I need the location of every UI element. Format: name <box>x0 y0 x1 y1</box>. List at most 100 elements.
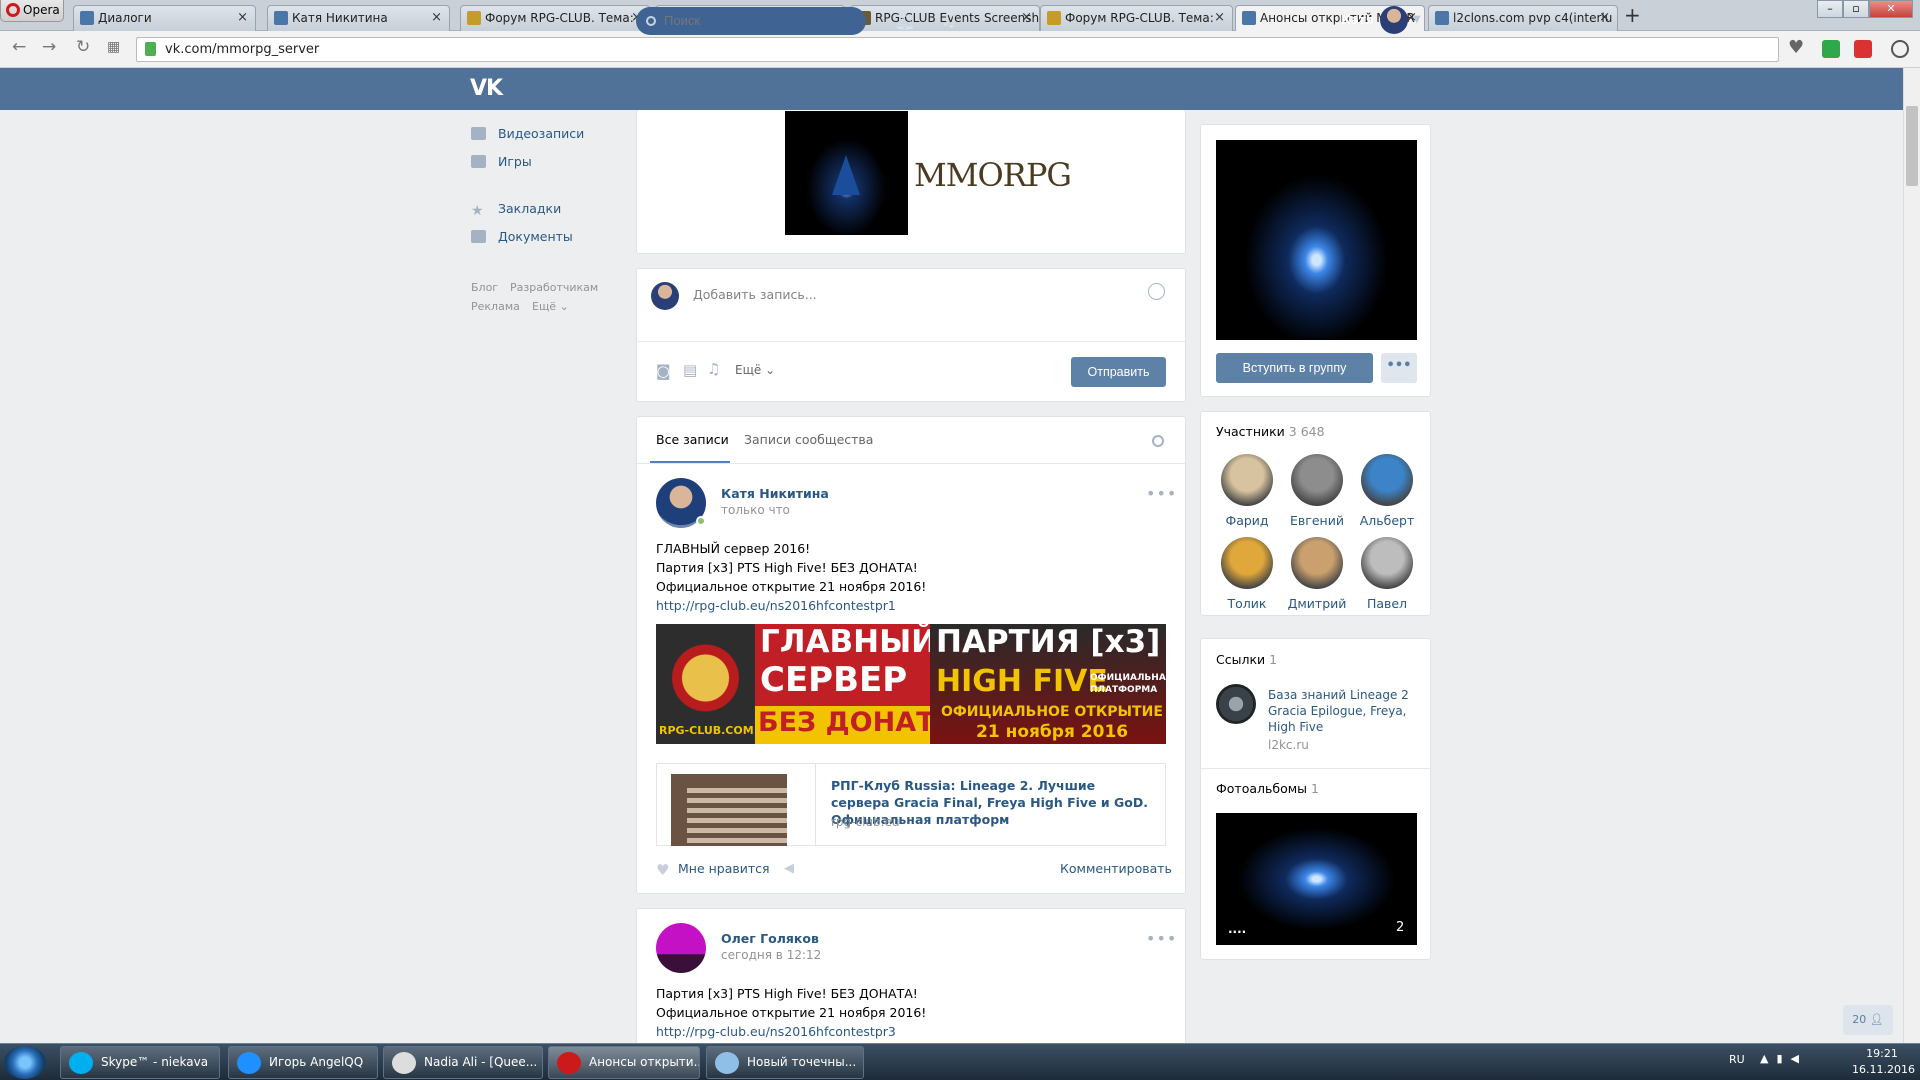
member-name[interactable]: Евгений <box>1282 513 1352 528</box>
post-timestamp[interactable]: сегодня в 12:12 <box>721 948 821 962</box>
opera-logo-icon <box>6 3 20 17</box>
bell-icon[interactable]: 🔔︎ <box>894 12 916 32</box>
member-avatar[interactable] <box>1221 454 1273 506</box>
speed-dial-grid-icon[interactable]: ▦ <box>107 39 120 55</box>
comment-button[interactable]: Комментировать <box>1060 861 1172 876</box>
browser-tab[interactable]: Диалоги × <box>73 5 256 31</box>
chevron-down-icon[interactable]: ▼ <box>1413 14 1421 25</box>
page-scrollbar[interactable] <box>1903 68 1920 1043</box>
mmorpg-logo-text: MMORPG <box>914 156 1072 194</box>
post-timestamp[interactable]: только что <box>721 503 790 517</box>
close-tab-icon[interactable]: × <box>1021 6 1032 30</box>
minimize-window-button[interactable]: – <box>1817 0 1843 18</box>
albums-title[interactable]: Фотоальбомы 1 <box>1216 781 1319 796</box>
sidebar-item-video[interactable]: Видеозаписи <box>471 126 584 141</box>
member-avatar[interactable] <box>1291 537 1343 589</box>
camera-icon[interactable]: ◙ <box>656 362 671 380</box>
forward-button[interactable]: → <box>42 37 56 57</box>
member-avatar[interactable] <box>1291 454 1343 506</box>
browser-tab[interactable]: Форум RPG-CLUB. Тема:× <box>1040 5 1233 31</box>
post-author-avatar[interactable] <box>656 923 706 973</box>
opera-menu-button[interactable]: Opera <box>0 0 64 22</box>
adblock-shield-icon[interactable] <box>1822 40 1840 58</box>
header-user-name[interactable]: Катя <box>1341 13 1374 27</box>
heart-icon[interactable]: ♥ <box>656 861 669 879</box>
search-icon[interactable] <box>1152 435 1164 447</box>
close-tab-icon[interactable]: × <box>431 6 442 30</box>
like-button[interactable]: Мне нравится <box>678 861 770 876</box>
link-avatar[interactable] <box>1216 684 1256 724</box>
online-friends-badge[interactable]: 20 👤︎ <box>1843 1005 1893 1035</box>
maximize-window-button[interactable]: ▫ <box>1843 0 1869 18</box>
browser-tab[interactable]: Форум RPG-CLUB. Тема:× <box>460 5 650 31</box>
bookmark-heart-icon[interactable]: ♥ <box>1788 37 1806 58</box>
member-name[interactable]: Фарид <box>1212 513 1282 528</box>
member-avatar[interactable] <box>1361 454 1413 506</box>
footer-link-blog[interactable]: Блог <box>471 281 498 294</box>
film-icon[interactable]: ▤ <box>683 361 697 379</box>
footer-link-more[interactable]: Ещё ⌄ <box>532 300 569 313</box>
close-tab-icon[interactable]: × <box>237 6 248 30</box>
group-avatar-image[interactable] <box>1216 140 1417 340</box>
browser-tab[interactable]: Катя Никитина × <box>267 5 450 31</box>
join-group-button[interactable]: Вступить в группу <box>1216 353 1373 383</box>
vk-logo[interactable]: VK <box>470 76 503 101</box>
tab-community-posts[interactable]: Записи сообщества <box>744 432 873 447</box>
start-button[interactable] <box>4 1046 46 1079</box>
scrollbar-thumb[interactable] <box>1906 106 1918 186</box>
music-note-icon[interactable]: ♫ <box>707 360 720 378</box>
member-name[interactable]: Павел <box>1352 596 1422 611</box>
composer-more-dropdown[interactable]: Ещё ⌄ <box>735 363 775 377</box>
post-options-icon[interactable]: ••• <box>1146 484 1177 503</box>
tab-all-posts[interactable]: Все записи <box>656 432 729 447</box>
extension-shield-icon[interactable] <box>1854 40 1872 58</box>
footer-link-ads[interactable]: Реклама <box>471 300 520 313</box>
taskbar-item[interactable]: Skype™ - niekava <box>60 1046 220 1079</box>
member-avatar[interactable] <box>1361 537 1413 589</box>
sidebar-item-documents[interactable]: Документы <box>471 229 573 244</box>
post-link[interactable]: http://rpg-club.eu/ns2016hfcontestpr3 <box>656 1024 896 1039</box>
post-author-name[interactable]: Катя Никитина <box>721 486 829 501</box>
emoji-smile-icon[interactable] <box>1148 283 1165 300</box>
tray-icons[interactable]: ▲▮◀ <box>1760 1052 1807 1065</box>
members-title[interactable]: Участники 3 648 <box>1216 424 1325 439</box>
post-banner-image[interactable]: RPG-CLUB.COM ГЛАВНЫЙ СЕРВЕР БЕЗ ДОНАТА П… <box>656 624 1166 744</box>
post-composer-input[interactable]: Добавить запись... <box>693 287 817 302</box>
links-title[interactable]: Ссылки 1 <box>1216 652 1277 667</box>
member-name[interactable]: Дмитрий <box>1282 596 1352 611</box>
back-button[interactable]: ← <box>12 37 26 57</box>
footer-link-developers[interactable]: Разработчикам <box>510 281 598 294</box>
search-input[interactable] <box>636 7 866 35</box>
member-avatar[interactable] <box>1221 537 1273 589</box>
post-author-name[interactable]: Олег Голяков <box>721 931 819 946</box>
group-more-button[interactable]: ••• <box>1381 353 1417 383</box>
close-window-button[interactable]: ✕ <box>1869 0 1913 18</box>
new-tab-button[interactable]: + <box>1624 3 1641 27</box>
reload-button[interactable]: ↻ <box>76 37 90 57</box>
close-tab-icon[interactable]: × <box>1599 6 1610 30</box>
megaphone-icon[interactable]: ◀ <box>784 861 794 876</box>
link-preview-card[interactable]: РПГ-Клуб Russia: Lineage 2. Лучшие серве… <box>656 763 1166 846</box>
clock-date[interactable]: 16.11.2016 <box>1852 1063 1915 1076</box>
taskbar-item[interactable]: Анонсы открыти... <box>548 1046 700 1079</box>
music-note-icon[interactable]: ♫ <box>940 9 957 31</box>
send-post-button[interactable]: Отправить <box>1071 357 1166 387</box>
download-icon[interactable] <box>1891 40 1909 58</box>
tab-label: Катя Никитина <box>292 11 388 25</box>
language-indicator[interactable]: RU <box>1729 1053 1745 1066</box>
member-name[interactable]: Толик <box>1212 596 1282 611</box>
taskbar-item[interactable]: Новый точечны... <box>706 1046 864 1079</box>
sidebar-item-games[interactable]: Игры <box>471 154 532 169</box>
sidebar-item-bookmarks[interactable]: ★ Закладки <box>471 201 561 219</box>
post-options-icon[interactable]: ••• <box>1146 929 1177 948</box>
post-link[interactable]: http://rpg-club.eu/ns2016hfcontestpr1 <box>656 598 896 613</box>
taskbar-item[interactable]: Nadia Ali - [Quee... <box>383 1046 543 1079</box>
taskbar-item[interactable]: Игорь AngelQQ <box>228 1046 378 1079</box>
close-tab-icon[interactable]: × <box>1214 6 1225 30</box>
link-title[interactable]: База знаний Lineage 2 Gracia Epilogue, F… <box>1268 687 1418 735</box>
browser-tab[interactable]: l2clons.com pvp c4(interlu × <box>1428 5 1618 31</box>
clock-time[interactable]: 19:21 <box>1852 1047 1912 1060</box>
member-name[interactable]: Альберт <box>1352 513 1422 528</box>
header-user-avatar[interactable] <box>1380 6 1408 34</box>
url-input[interactable]: vk.com/mmorpg_server <box>136 37 1779 62</box>
